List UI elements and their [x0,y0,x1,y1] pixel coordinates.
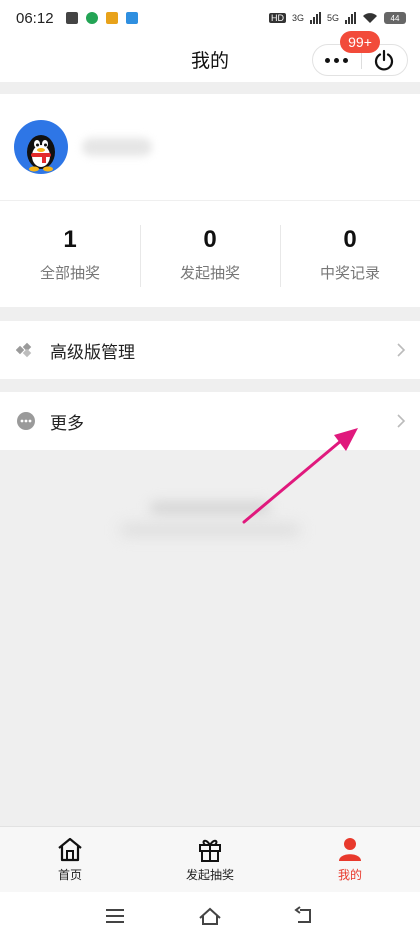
stat-label: 全部抽奖 [39,263,100,282]
avatar[interactable] [14,120,68,174]
dot-icon [334,57,340,63]
tab-mine[interactable]: 我的 [280,827,420,892]
system-nav-bar [0,892,420,940]
tab-label: 发起抽奖 [185,868,234,882]
tab-bar: 首页 发起抽奖 我的 [0,826,420,892]
stat-value: 1 [63,225,77,253]
stat-all-lotteries[interactable]: 1 全部抽奖 [0,201,140,307]
stat-value: 0 [343,225,357,253]
stat-created-lotteries[interactable]: 0 发起抽奖 [140,201,280,307]
back-icon[interactable] [294,906,316,926]
tab-home[interactable]: 首页 [0,827,140,892]
stat-label: 发起抽奖 [179,263,240,282]
username-blurred [82,138,152,156]
tab-label: 我的 [337,868,362,882]
status-time: 06:12 [16,9,54,27]
more-dots-icon [16,411,36,431]
home-nav-icon[interactable] [198,906,222,926]
sd-card-icon [65,12,78,24]
penguin-avatar-icon [27,135,55,172]
battery-icon: 44 [384,12,406,24]
wifi-icon [363,13,377,23]
menu-item-advanced[interactable]: 高级版管理 [0,321,420,379]
send-icon [125,12,138,24]
menu-item-more[interactable]: 更多 [0,392,420,450]
chevron-right-icon [397,343,406,357]
signal-icon [309,12,321,24]
network-label-3g: 3G [291,13,304,23]
notification-icons [65,12,138,24]
signal-icon [345,12,356,24]
dot-icon [325,57,331,63]
menu-label: 更多 [50,413,84,434]
dot-icon [343,57,349,63]
menu-icon[interactable] [104,906,126,926]
app-notification-icon [85,12,98,24]
network-label-5g: 5G [326,13,339,23]
blurred-content [120,498,300,542]
stat-label: 中奖记录 [319,263,380,282]
profile-card[interactable] [0,94,420,200]
chevron-right-icon [397,414,406,428]
page-title: 我的 [190,49,229,72]
tab-create-lottery[interactable]: 发起抽奖 [140,827,280,892]
stat-winning-records[interactable]: 0 中奖记录 [280,201,420,307]
hd-icon: HD [268,13,286,23]
tab-label: 首页 [57,868,82,882]
blurred-line [120,524,300,536]
person-icon [339,838,361,861]
app-notification-icon [105,12,118,24]
stat-value: 0 [203,225,217,253]
status-right: HD 3G 5G 44 [268,12,406,24]
power-icon [375,49,394,71]
notification-badge: 99+ [340,31,380,53]
diamond-icon [16,340,36,360]
blurred-line [150,502,270,514]
gift-icon [199,839,221,862]
home-icon [58,837,82,862]
menu-label: 高级版管理 [50,342,135,363]
stats-card: 1 全部抽奖 0 发起抽奖 0 中奖记录 [0,201,420,307]
